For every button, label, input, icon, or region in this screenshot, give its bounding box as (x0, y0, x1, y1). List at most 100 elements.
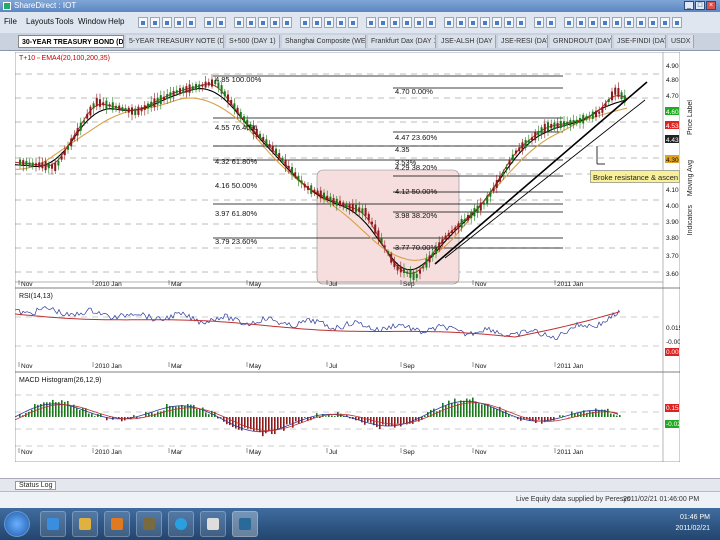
tab-usdx[interactable]: USDX (668, 35, 694, 48)
side-tag-moving-avg[interactable]: Moving Avg (687, 160, 694, 196)
x-tick-label: Sep (403, 281, 415, 288)
toolbar-button-icon[interactable] (648, 17, 658, 28)
start-button[interactable] (4, 511, 30, 537)
menu-help[interactable]: Help (108, 17, 124, 26)
tab-jse-findi[interactable]: JSE-FINDI (DAY 1) (614, 35, 666, 48)
x-tick-label: Nov (21, 281, 33, 288)
macd-bar (277, 417, 279, 430)
candle (83, 120, 85, 123)
tab-grndrout[interactable]: GRNDROUT (DAY 1) (550, 35, 612, 48)
toolbar-button-icon[interactable] (348, 17, 358, 28)
macd-bar (478, 403, 480, 417)
toolbar-button-icon[interactable] (324, 17, 334, 28)
x-tick-label: Jul (329, 281, 338, 288)
toolbar-button-icon[interactable] (402, 17, 412, 28)
toolbar-button-icon[interactable] (564, 17, 574, 28)
macd-bar (64, 401, 66, 417)
toolbar-button-icon[interactable] (258, 17, 268, 28)
macd-y-tick-label: 0.30 (666, 389, 679, 396)
candle (73, 135, 76, 139)
toolbar-button-icon[interactable] (612, 17, 622, 28)
toolbar-button-icon[interactable] (234, 17, 244, 28)
toolbar-button-icon[interactable] (660, 17, 670, 28)
toolbar-button-icon[interactable] (534, 17, 544, 28)
status-log-tab[interactable]: Status Log (15, 481, 57, 490)
toolbar-button-icon[interactable] (162, 17, 172, 28)
candle (195, 84, 197, 90)
toolbar-button-icon[interactable] (378, 17, 388, 28)
macd-bar (232, 417, 234, 428)
x-tick-label: 2010 Jan (95, 281, 122, 288)
toolbar-button-icon[interactable] (300, 17, 310, 28)
candle (153, 98, 156, 108)
taskbar-app-icon[interactable] (136, 511, 162, 537)
menu-window[interactable]: Window (78, 17, 106, 26)
tab-5-year-treasury-note[interactable]: 5-YEAR TREASURY NOTE (DAY 1) (126, 35, 224, 48)
toolbar-button-icon[interactable] (504, 17, 514, 28)
tab-jse-alsh[interactable]: JSE-ALSH (DAY 1) (438, 35, 496, 48)
macd-bar (541, 417, 543, 424)
tab-sp500[interactable]: S+500 (DAY 1) (226, 35, 280, 48)
maximize-button[interactable]: □ (695, 1, 705, 10)
toolbar-button-icon[interactable] (390, 17, 400, 28)
x-tick-label: Sep (403, 363, 415, 370)
taskbar-sharedirect-icon[interactable] (232, 511, 258, 537)
toolbar-button-icon[interactable] (150, 17, 160, 28)
side-tag-indicators[interactable]: Indicators (687, 205, 694, 235)
menu-tools[interactable]: Tools (55, 17, 74, 26)
tab-frankfurt-dax[interactable]: Frankfurt Dax (DAY 1) (368, 35, 436, 48)
macd-bar (79, 410, 81, 417)
toolbar-button-icon[interactable] (270, 17, 280, 28)
taskbar-explorer-icon[interactable] (72, 511, 98, 537)
tab-30-year-treasury-bond[interactable]: 30-YEAR TREASURY BOND (DAY 1) (18, 35, 124, 48)
taskbar-ie-icon[interactable] (40, 511, 66, 537)
chart-area[interactable]: 4.85 100.00% 4.70 0.00% 4.55 76.40% 4.47 23… (15, 52, 680, 462)
toolbar-button-icon[interactable] (516, 17, 526, 28)
menu-file[interactable]: File (4, 17, 17, 26)
toolbar-button-icon[interactable] (636, 17, 646, 28)
side-tag-price-label[interactable]: Price Label (687, 100, 694, 135)
tab-shanghai-composite[interactable]: Shanghai Composite (WEEK 1) (282, 35, 366, 48)
toolbar-button-icon[interactable] (366, 17, 376, 28)
toolbar-button-icon[interactable] (456, 17, 466, 28)
toolbar-button-icon[interactable] (480, 17, 490, 28)
taskbar-document-icon[interactable] (200, 511, 226, 537)
toolbar-button-icon[interactable] (336, 17, 346, 28)
toolbar-button-icon[interactable] (576, 17, 586, 28)
candle (169, 92, 172, 98)
toolbar-button-icon[interactable] (588, 17, 598, 28)
macd-bar (424, 415, 426, 417)
menu-layouts[interactable]: Layouts (26, 17, 54, 26)
minimize-button[interactable]: _ (684, 1, 694, 10)
fib-label: 4.29 38.20% (395, 163, 437, 172)
toolbar-button-icon[interactable] (186, 17, 196, 28)
toolbar-button-icon[interactable] (312, 17, 322, 28)
macd-bar (454, 398, 456, 417)
toolbar-button-icon[interactable] (414, 17, 424, 28)
app-icon (3, 2, 11, 10)
toolbar-button-icon[interactable] (444, 17, 454, 28)
toolbar-button-icon[interactable] (672, 17, 682, 28)
toolbar-button-icon[interactable] (138, 17, 148, 28)
y-tick-label: 3.90 (666, 219, 679, 226)
macd-panel-label: MACD Histogram(26,12,9) (19, 377, 101, 384)
fib-label: 4.70 0.00% (395, 87, 433, 96)
toolbar-button-icon[interactable] (492, 17, 502, 28)
toolbar-button-icon[interactable] (546, 17, 556, 28)
macd-bar (388, 417, 390, 427)
macd-bar (607, 408, 609, 417)
close-button[interactable]: × (706, 1, 716, 10)
toolbar-button-icon[interactable] (426, 17, 436, 28)
tab-jse-resi[interactable]: JSE-RESI (DAY 1) (498, 35, 548, 48)
toolbar-button-icon[interactable] (282, 17, 292, 28)
taskbar-media-player-icon[interactable] (104, 511, 130, 537)
toolbar-button-icon[interactable] (204, 17, 214, 28)
toolbar-button-icon[interactable] (246, 17, 256, 28)
toolbar-button-icon[interactable] (600, 17, 610, 28)
toolbar-button-icon[interactable] (468, 17, 478, 28)
taskbar-skype-icon[interactable] (168, 511, 194, 537)
toolbar-button-icon[interactable] (216, 17, 226, 28)
toolbar-button-icon[interactable] (624, 17, 634, 28)
toolbar-button-icon[interactable] (174, 17, 184, 28)
candle (185, 86, 188, 93)
